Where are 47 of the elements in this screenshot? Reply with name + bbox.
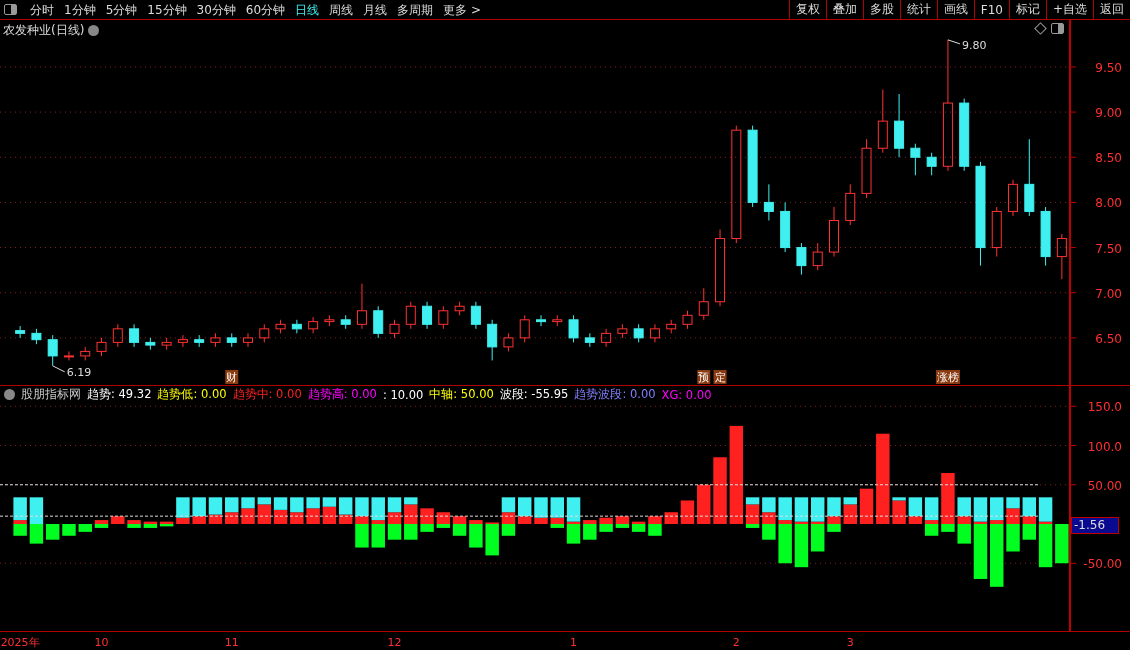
event-marker: 预 bbox=[697, 370, 711, 384]
legend-text: 趋势高: 0.00 bbox=[307, 387, 377, 402]
axis-label: 50.00 bbox=[1087, 478, 1122, 493]
annotation: 9.80 bbox=[961, 38, 987, 52]
period-tab[interactable]: 月线 bbox=[358, 0, 393, 19]
date-label: 12 bbox=[387, 636, 402, 649]
period-tab[interactable]: 分时 bbox=[25, 0, 59, 19]
period-tab[interactable]: 1分钟 bbox=[59, 0, 101, 19]
event-marker: 涨榜 bbox=[935, 370, 960, 384]
event-marker: 定 bbox=[713, 370, 727, 384]
period-tab[interactable]: 15分钟 bbox=[142, 0, 192, 19]
date-label: 2 bbox=[732, 636, 740, 649]
event-marker: 财 bbox=[225, 370, 239, 384]
legend-text: 中轴: 50.00 bbox=[429, 387, 494, 402]
legend-text: 趋势低: 0.00 bbox=[157, 387, 227, 402]
date-label: 10 bbox=[94, 636, 109, 649]
date-label: 1 bbox=[570, 636, 578, 649]
legend-text: 波段: -55.95 bbox=[499, 387, 569, 402]
period-tab[interactable]: 日线 bbox=[290, 0, 325, 19]
axis-label: 150.0 bbox=[1087, 400, 1122, 415]
date-label: 11 bbox=[224, 636, 239, 649]
legend-text: : 10.00 bbox=[382, 387, 424, 402]
axis-label: 8.50 bbox=[1095, 151, 1122, 166]
axis-label: 7.00 bbox=[1095, 286, 1122, 301]
period-tab[interactable]: 更多 > bbox=[438, 0, 486, 19]
axis-label: 9.50 bbox=[1095, 60, 1122, 75]
stock-title: 农发种业(日线) bbox=[3, 22, 85, 39]
legend-text: 股朋指标网 bbox=[21, 387, 81, 402]
axis-label: 7.50 bbox=[1095, 241, 1122, 256]
axis-label: 8.00 bbox=[1095, 196, 1122, 211]
period-tab[interactable]: 60分钟 bbox=[240, 0, 291, 19]
axis-label: 100.0 bbox=[1087, 439, 1122, 454]
period-tab[interactable]: 多周期 bbox=[392, 0, 439, 19]
annotation: 6.19 bbox=[66, 365, 92, 379]
axis-label: 6.50 bbox=[1095, 331, 1122, 346]
legend-text: 趋势波段: 0.00 bbox=[574, 387, 656, 402]
period-tab[interactable]: 30分钟 bbox=[191, 0, 241, 19]
axis-label: 9.00 bbox=[1095, 106, 1122, 121]
legend-text: 趋势: 49.32 bbox=[87, 387, 152, 402]
axis-label: -50.00 bbox=[1083, 557, 1122, 572]
date-label: 2025年 bbox=[0, 636, 40, 649]
period-tab[interactable]: 周线 bbox=[324, 0, 359, 19]
value-tag: -1.56 bbox=[1071, 517, 1119, 535]
period-tab[interactable]: 5分钟 bbox=[100, 0, 143, 19]
legend-text: XG: 0.00 bbox=[661, 387, 712, 402]
legend-text: 趋势中: 0.00 bbox=[232, 387, 302, 402]
date-label: 3 bbox=[846, 636, 854, 649]
